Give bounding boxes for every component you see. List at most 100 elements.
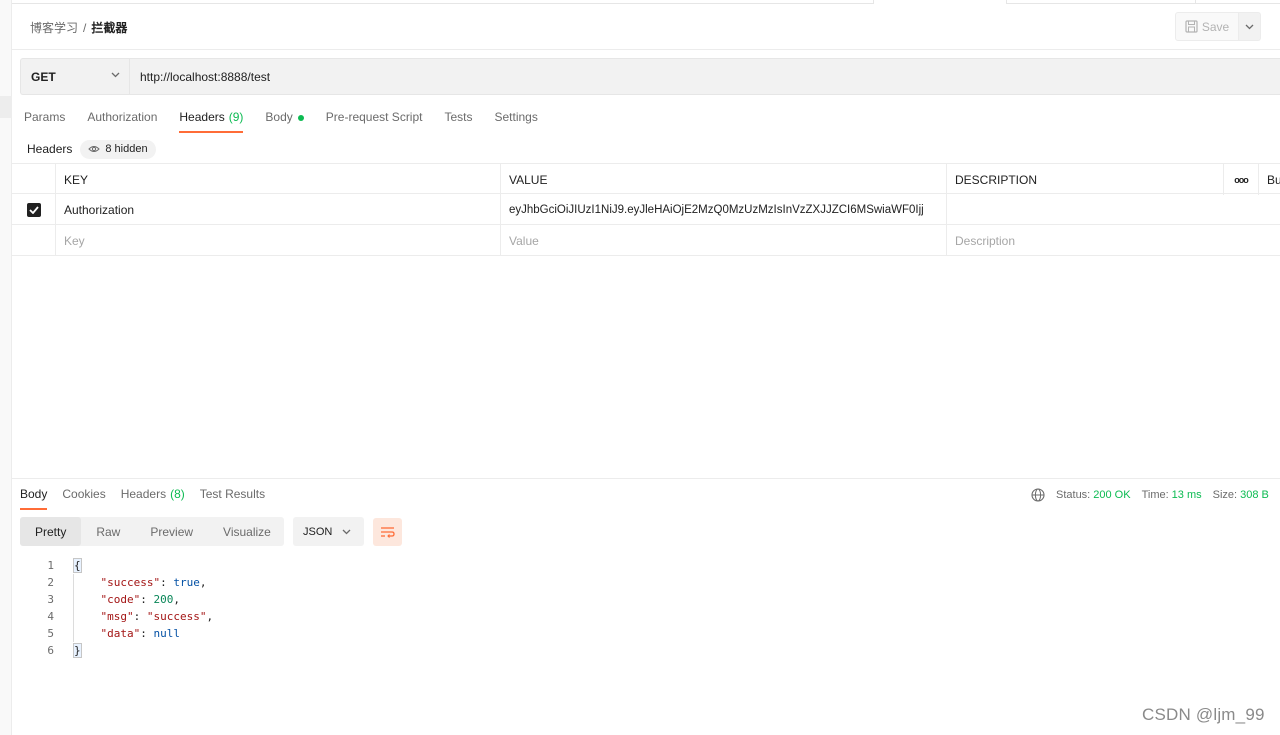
table-header-row: KEY VALUE DESCRIPTION ooo Bu <box>12 163 1280 195</box>
new-value-input[interactable]: Value <box>500 225 946 256</box>
tab-settings[interactable]: Settings <box>495 110 538 134</box>
tab-label: Headers <box>179 110 225 124</box>
tab-label: Authorization <box>87 110 158 124</box>
line-number: 2 <box>47 576 54 589</box>
json-key: "msg" <box>100 610 134 623</box>
chevron-down-icon <box>111 72 120 78</box>
json-value: 200 <box>153 593 174 606</box>
row-check-cell <box>12 194 55 225</box>
view-pretty[interactable]: Pretty <box>20 517 82 546</box>
header-key-input[interactable]: Authorization <box>55 194 500 225</box>
checkmark-icon <box>28 205 39 214</box>
more-horizontal-icon: ooo <box>1234 174 1248 185</box>
chevron-down-icon <box>342 529 351 534</box>
tab-params[interactable]: Params <box>24 110 65 134</box>
method-select[interactable]: GET <box>21 59 130 94</box>
open-brace: { <box>73 558 82 573</box>
url-bar: GET http://localhost:8888/test <box>20 58 1280 95</box>
tab-body[interactable]: Body <box>265 110 304 134</box>
breadcrumb: 博客学习 / 拦截器 <box>30 19 127 36</box>
response-tab-cookies[interactable]: Cookies <box>62 487 105 511</box>
chevron-down-icon <box>1245 24 1254 29</box>
row-check-cell <box>12 225 55 256</box>
bulk-edit-label: Bu <box>1267 172 1280 187</box>
header-value-input[interactable]: eyJhbGciOiJIUzI1NiJ9.eyJleHAiOjE2MzQ0MzU… <box>500 194 946 225</box>
new-key-input[interactable]: Key <box>55 225 500 256</box>
hidden-headers-toggle[interactable]: 8 hidden <box>80 139 156 159</box>
json-key: "data" <box>100 627 141 640</box>
tab-label: Tests <box>444 110 473 124</box>
enabled-checkbox[interactable] <box>26 202 41 217</box>
tab-label: Cookies <box>62 487 106 501</box>
json-value: null <box>153 627 181 640</box>
wrap-lines-icon <box>381 527 395 538</box>
tab-tests[interactable]: Tests <box>444 110 472 134</box>
line-number: 3 <box>47 593 54 606</box>
table-row-empty: Key Value Description <box>12 225 1280 256</box>
column-options-button[interactable]: ooo <box>1223 164 1258 195</box>
tab-headers[interactable]: Headers (9) <box>179 110 244 134</box>
size-indicator[interactable]: Size: 308 B <box>1213 489 1269 501</box>
time-label: Time: <box>1141 489 1169 501</box>
tab-label: Body <box>265 110 293 124</box>
column-description: DESCRIPTION <box>946 164 1223 195</box>
column-value: VALUE <box>500 164 946 195</box>
line-number: 6 <box>47 644 54 657</box>
response-tab-body[interactable]: Body <box>20 487 48 511</box>
wrap-lines-button[interactable] <box>373 518 402 546</box>
tab-authorization[interactable]: Authorization <box>87 110 157 134</box>
tab-label: Body <box>20 487 48 501</box>
watermark: CSDN @ljm_99 <box>1142 705 1265 724</box>
status-indicator[interactable]: Status: 200 OK <box>1056 489 1131 501</box>
header-description-input[interactable] <box>946 194 1223 225</box>
json-key: "code" <box>100 593 141 606</box>
response-tabs: Body Cookies Headers (8) Test Results <box>20 487 265 511</box>
line-number: 1 <box>47 559 54 572</box>
method-label: GET <box>31 69 56 84</box>
request-tabs: Params Authorization Headers (9) Body Pre… <box>24 110 538 134</box>
globe-icon[interactable] <box>1031 488 1045 502</box>
response-divider[interactable] <box>12 478 1280 479</box>
tab-label: Test Results <box>199 487 266 501</box>
response-tab-test-results[interactable]: Test Results <box>200 487 265 511</box>
close-brace: } <box>73 643 82 658</box>
format-label: JSON <box>303 525 333 538</box>
view-visualize[interactable]: Visualize <box>208 517 286 546</box>
tab-label: Headers <box>120 487 167 501</box>
tab-label: Params <box>24 110 66 124</box>
tab-pre-request-script[interactable]: Pre-request Script <box>326 110 423 134</box>
save-button[interactable]: Save <box>1175 12 1239 41</box>
eye-icon <box>88 146 101 152</box>
tab-label: Settings <box>494 110 538 124</box>
tab-count: (9) <box>228 110 244 124</box>
save-group: Save <box>1175 12 1261 41</box>
response-tab-headers[interactable]: Headers (8) <box>121 487 185 511</box>
response-status: Status: 200 OK Time: 13 ms Size: 308 B <box>1031 487 1269 503</box>
headers-subbar: Headers 8 hidden <box>27 139 156 159</box>
body-indicator-dot <box>297 115 304 121</box>
view-mode-selector: Pretty Raw Preview Visualize <box>20 517 284 546</box>
size-label: Size: <box>1212 489 1238 501</box>
header-check-cell <box>12 164 55 195</box>
format-select[interactable]: JSON <box>293 517 364 546</box>
json-key: "success" <box>100 576 161 589</box>
bulk-edit-button[interactable]: Bu <box>1258 164 1280 195</box>
new-description-input[interactable]: Description <box>946 225 1223 256</box>
url-input[interactable]: http://localhost:8888/test <box>140 70 270 84</box>
hidden-count: 8 hidden <box>105 143 148 155</box>
time-indicator[interactable]: Time: 13 ms <box>1142 489 1202 501</box>
view-raw[interactable]: Raw <box>81 517 135 546</box>
tab-count: (8) <box>170 487 185 501</box>
line-number: 4 <box>47 610 54 623</box>
request-header: 博客学习 / 拦截器 Save <box>12 4 1280 50</box>
breadcrumb-separator: / <box>83 21 87 35</box>
left-sidebar-strip <box>0 0 12 735</box>
breadcrumb-collection[interactable]: 博客学习 <box>30 21 78 35</box>
view-preview[interactable]: Preview <box>135 517 208 546</box>
breadcrumb-request[interactable]: 拦截器 <box>91 21 127 35</box>
json-value: "success" <box>146 610 207 623</box>
save-label: Save <box>1201 19 1230 34</box>
save-dropdown-button[interactable] <box>1239 12 1261 41</box>
time-value: 13 ms <box>1171 489 1202 501</box>
status-value: 200 OK <box>1093 489 1131 501</box>
